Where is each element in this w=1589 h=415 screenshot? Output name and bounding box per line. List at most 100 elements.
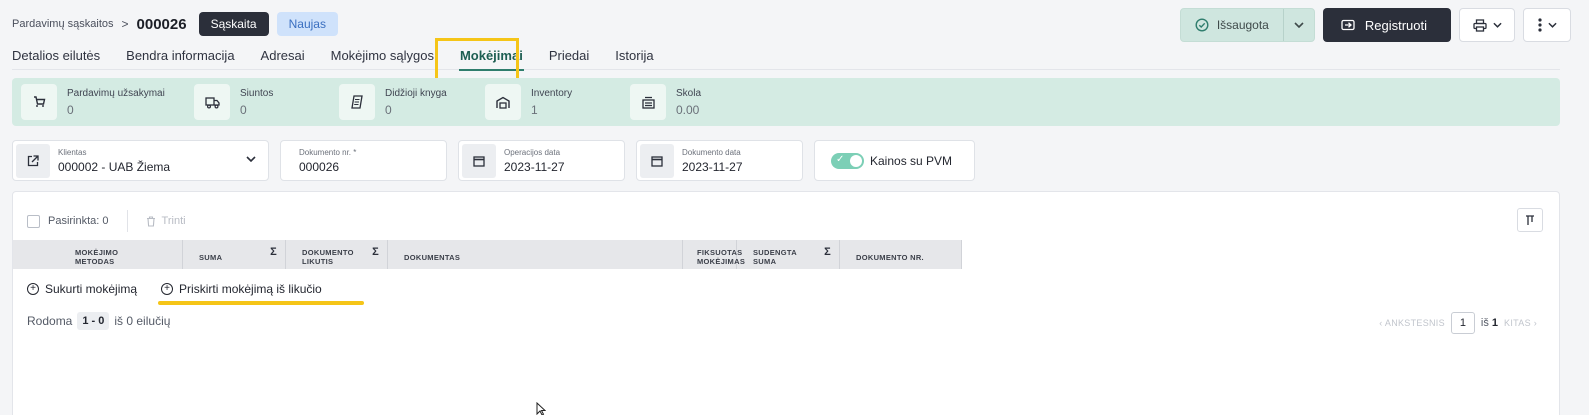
stat-inventory[interactable]: Inventory 1	[485, 84, 572, 120]
stat-label: Inventory	[531, 87, 573, 99]
tab-addresses[interactable]: Adresai	[248, 40, 318, 70]
saved-label: Išsaugota	[1216, 18, 1269, 32]
page-number-input[interactable]: 1	[1450, 312, 1475, 334]
column-header-payment-method[interactable]: MOKĖJIMO METODAS	[13, 240, 183, 269]
truck-icon	[194, 84, 230, 120]
mouse-cursor-icon	[536, 401, 547, 415]
calendar-icon[interactable]	[640, 143, 674, 178]
active-tab-highlight	[435, 38, 519, 81]
chevron-down-icon	[1547, 22, 1557, 28]
stat-shipments[interactable]: Siuntos 0	[194, 84, 273, 120]
client-label: Klientas	[58, 147, 87, 157]
tab-detail-lines[interactable]: Detalios eilutės	[12, 40, 113, 70]
document-number-value: 000026	[299, 159, 340, 174]
header-actions: Išsaugota Registruoti	[1179, 8, 1571, 42]
stat-value: 1	[531, 102, 538, 117]
document-date-value: 2023-11-27	[682, 159, 743, 174]
more-vertical-icon	[1537, 18, 1542, 32]
chevron-down-icon	[1294, 22, 1304, 28]
sum-icon[interactable]: Σ	[270, 247, 277, 258]
saved-button[interactable]: Išsaugota	[1181, 9, 1284, 41]
select-all-checkbox[interactable]	[27, 214, 40, 228]
delete-button[interactable]: Trinti	[146, 215, 186, 227]
saved-dropdown-toggle[interactable]	[1284, 9, 1314, 41]
stat-general-ledger[interactable]: Didžioji knyga 0	[339, 84, 447, 120]
page-of-label: iš 1	[1481, 317, 1498, 329]
assign-payment-highlight	[158, 301, 364, 305]
stat-label: Siuntos	[240, 87, 274, 99]
trash-icon	[146, 215, 155, 227]
document-date-field[interactable]: Dokumento data 2023-11-27	[636, 140, 803, 181]
register-icon	[1341, 19, 1355, 31]
stat-label: Didžioji knyga	[385, 87, 447, 99]
column-header-document-no[interactable]: DOKUMENTO NR.	[840, 240, 962, 269]
column-label: DOKUMENTO NR.	[856, 252, 924, 262]
column-label: SUDENGTA SUMA	[753, 248, 797, 266]
prices-vat-field: ✓ Kainos su PVM	[814, 140, 975, 181]
column-label: DOKUMENTAS	[404, 252, 461, 262]
column-header-sum[interactable]: SUMA Σ	[183, 240, 286, 269]
stat-value: 0	[385, 102, 392, 117]
column-header-settled-sum[interactable]: SUDENGTA SUMA Σ	[737, 240, 840, 269]
chevron-right-icon: >	[121, 17, 129, 31]
breadcrumb-parent-link[interactable]: Pardavimų sąskaitos	[12, 18, 114, 30]
page-title: 000026	[136, 15, 187, 33]
client-select[interactable]: Klientas 000002 - UAB Žiema	[12, 140, 269, 181]
sum-icon[interactable]: Σ	[372, 247, 379, 258]
column-header-fixed-payment[interactable]: FIKSUOTAS MOKĖJIMAS	[683, 240, 745, 269]
operation-date-field[interactable]: Operacijos data 2023-11-27	[458, 140, 625, 181]
cart-icon	[21, 84, 57, 120]
column-header-document-balance[interactable]: DOKUMENTO LIKUTIS Σ	[286, 240, 388, 269]
breadcrumb: Pardavimų sąskaitos > 000026 Sąskaita Na…	[12, 8, 338, 40]
rows-total: iš 0 eilučių	[114, 314, 171, 328]
stat-value: 0	[240, 102, 247, 117]
document-number-label: Dokumento nr. *	[299, 147, 357, 157]
column-label: SUMA	[199, 252, 223, 262]
client-value: 000002 - UAB Žiema	[58, 159, 171, 174]
assign-payment-button[interactable]: + Priskirti mokėjimą iš likučio	[161, 282, 322, 296]
saved-split-button: Išsaugota	[1179, 8, 1315, 42]
more-options-button[interactable]	[1523, 8, 1571, 42]
next-label: KITAS	[1504, 318, 1531, 328]
check-circle-icon	[1195, 18, 1209, 32]
selected-count: Pasirinkta: 0	[48, 215, 109, 227]
printer-icon	[1472, 18, 1487, 32]
toolbar-divider	[126, 210, 128, 232]
stat-debt[interactable]: Skola 0.00	[630, 84, 701, 120]
debt-icon	[630, 84, 666, 120]
payments-panel: Pasirinkta: 0 Trinti MOKĖJIMO METODAS SU…	[12, 191, 1560, 415]
chevron-down-icon	[246, 154, 256, 165]
create-payment-button[interactable]: + Sukurti mokėjimą	[27, 282, 137, 296]
doc-type-badge: Sąskaita	[198, 12, 269, 36]
column-header-document[interactable]: DOKUMENTAS	[388, 240, 683, 269]
external-link-icon[interactable]	[16, 143, 50, 178]
table-toolbar: Pasirinkta: 0 Trinti	[27, 210, 186, 232]
calendar-icon[interactable]	[462, 143, 496, 178]
rows-info: Rodoma 1 - 0 iš 0 eilučių	[27, 312, 170, 330]
prices-vat-label: Kainos su PVM	[870, 153, 953, 168]
prices-vat-toggle[interactable]: ✓	[831, 152, 864, 169]
table-actions: + Sukurti mokėjimą + Priskirti mokėjimą …	[27, 282, 322, 296]
stat-sales-orders[interactable]: Pardavimų užsakymai 0	[21, 84, 165, 120]
tab-history[interactable]: Istorija	[602, 40, 666, 70]
operation-date-label: Operacijos data	[504, 147, 561, 157]
prev-page-button[interactable]: ‹ ANKSTESNIS	[1379, 318, 1445, 328]
tab-attachments[interactable]: Priedai	[536, 40, 602, 70]
register-button[interactable]: Registruoti	[1322, 8, 1451, 42]
print-button[interactable]	[1459, 8, 1515, 42]
document-date-label: Dokumento data	[682, 147, 741, 157]
tab-bar: Detalios eilutės Bendra informacija Adre…	[12, 40, 1560, 71]
status-badge: Naujas	[276, 12, 338, 36]
tab-payment-terms[interactable]: Mokėjimo sąlygos	[318, 40, 447, 70]
tab-general-info[interactable]: Bendra informacija	[113, 40, 247, 70]
table-header: MOKĖJIMO METODAS SUMA Σ DOKUMENTO LIKUTIS…	[13, 240, 962, 269]
column-settings-button[interactable]	[1517, 208, 1543, 232]
stat-label: Skola	[676, 87, 702, 99]
document-number-field[interactable]: Dokumento nr. * 000026	[280, 140, 447, 181]
sum-icon[interactable]: Σ	[824, 247, 831, 258]
next-page-button[interactable]: KITAS ›	[1504, 318, 1537, 328]
column-label: DOKUMENTO LIKUTIS	[302, 248, 354, 266]
inventory-icon	[485, 84, 521, 120]
column-label: FIKSUOTAS MOKĖJIMAS	[697, 248, 746, 266]
columns-icon	[1526, 214, 1534, 225]
